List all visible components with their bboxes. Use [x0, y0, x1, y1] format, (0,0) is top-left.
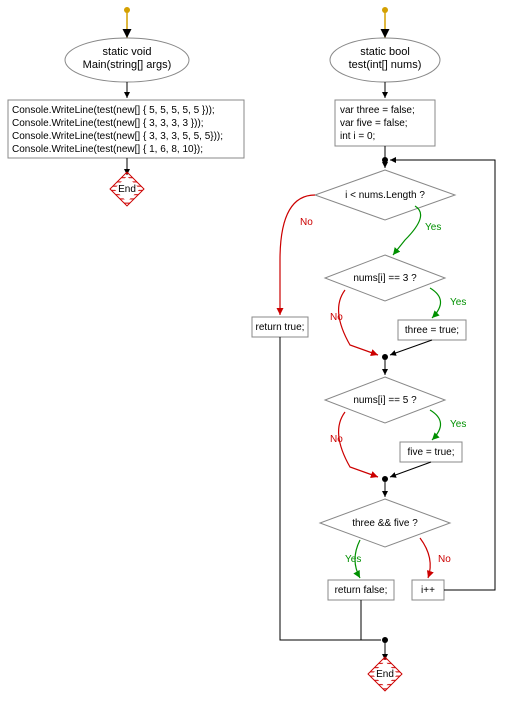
return-false-label: return false;: [335, 585, 388, 596]
five-true-label: five = true;: [408, 447, 455, 458]
proc-line-2: Console.WriteLine(test(new[] { 3, 3, 3, …: [12, 131, 223, 142]
d3-no: No: [330, 434, 343, 445]
end-node-left: End: [110, 172, 144, 206]
proc-line-1: Console.WriteLine(test(new[] { 3, 3, 3, …: [12, 118, 204, 129]
d4-label: three && five ?: [352, 518, 418, 529]
d1-no: No: [300, 217, 313, 228]
return-true-label: return true;: [256, 322, 305, 333]
d3-label: nums[i] == 5 ?: [353, 395, 417, 406]
increment-label: i++: [421, 585, 435, 596]
start-label1: static void: [103, 46, 152, 58]
d1-label: i < nums.Length ?: [345, 190, 425, 201]
d2-label: nums[i] == 3 ?: [353, 273, 417, 284]
d4-yes: Yes: [345, 554, 361, 565]
flowchart-left: static void Main(string[] args) Console.…: [8, 7, 244, 206]
end-label-right: End: [376, 669, 394, 680]
proc-line-0: Console.WriteLine(test(new[] { 5, 5, 5, …: [12, 105, 215, 116]
d1-yes: Yes: [425, 222, 441, 233]
d4-no: No: [438, 554, 451, 565]
three-true-label: three = true;: [405, 325, 459, 336]
init-1: var five = false;: [340, 118, 408, 129]
d2-yes: Yes: [450, 297, 466, 308]
start-test-l2: test(int[] nums): [349, 59, 422, 71]
init-2: int i = 0;: [340, 131, 375, 142]
d3-yes: Yes: [450, 419, 466, 430]
proc-line-3: Console.WriteLine(test(new[] { 1, 6, 8, …: [12, 144, 203, 155]
start-label2: Main(string[] args): [83, 59, 172, 71]
d2-no: No: [330, 312, 343, 323]
flowchart-right: static bool test(int[] nums) var three =…: [252, 7, 495, 691]
end-label-left: End: [118, 184, 136, 195]
start-test-l1: static bool: [360, 46, 410, 58]
init-0: var three = false;: [340, 105, 415, 116]
end-node-right: End: [368, 657, 402, 691]
